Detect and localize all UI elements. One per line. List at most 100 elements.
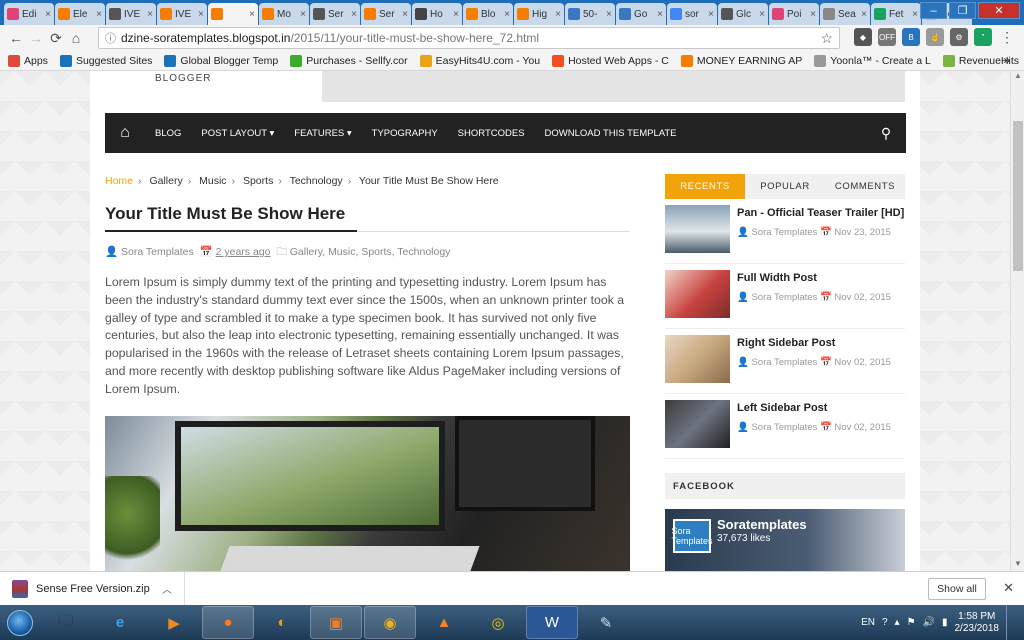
- reload-button[interactable]: ⟳: [46, 28, 66, 48]
- extension-gear-icon[interactable]: ⚙: [950, 28, 968, 46]
- ie-icon[interactable]: e: [94, 606, 146, 639]
- tab-close-icon[interactable]: ×: [810, 9, 816, 20]
- breadcrumb-technology[interactable]: Technology: [290, 175, 343, 187]
- tab-close-icon[interactable]: ×: [300, 9, 306, 20]
- browser-tab[interactable]: Glc ×: [718, 3, 768, 25]
- fb-page-logo[interactable]: Sora Templates: [672, 519, 713, 553]
- off-extension-icon[interactable]: OFF: [878, 28, 896, 46]
- vlc-icon[interactable]: ▲: [418, 606, 470, 639]
- bookmark-item[interactable]: EasyHits4U.com - You: [419, 54, 540, 67]
- page-scrollbar[interactable]: ▲ ▼: [1010, 71, 1024, 571]
- forward-button[interactable]: →: [26, 28, 46, 48]
- recent-post-item[interactable]: Full Width Post 👤 Sora Templates 📅 Nov 02…: [665, 264, 905, 329]
- recent-post-item[interactable]: Pan - Official Teaser Trailer [HD] 👤 Sora…: [665, 199, 905, 264]
- breadcrumb-sports[interactable]: Sports: [243, 175, 273, 187]
- menu-icon[interactable]: ⋮: [998, 28, 1016, 46]
- bookmark-item[interactable]: Global Blogger Temp: [164, 54, 278, 67]
- extension-b-icon[interactable]: B: [902, 28, 920, 46]
- start-button[interactable]: [0, 605, 40, 640]
- tab-close-icon[interactable]: ×: [45, 9, 51, 20]
- paint-icon[interactable]: ✎: [580, 606, 632, 639]
- address-bar[interactable]: ⓘ dzine-soratemplates.blogspot.in/2015/1…: [98, 27, 840, 49]
- post-tags[interactable]: Gallery, Music, Sports, Technology: [290, 246, 451, 258]
- breadcrumb-music[interactable]: Music: [199, 175, 226, 187]
- browser-tab[interactable]: Go ×: [616, 3, 666, 25]
- nav-item[interactable]: DOWNLOAD THIS TEMPLATE: [535, 128, 687, 139]
- post-date[interactable]: 2 years ago: [216, 246, 271, 258]
- tab-close-icon[interactable]: ×: [351, 9, 357, 20]
- browser-tab[interactable]: Mo ×: [259, 3, 309, 25]
- orange-app-icon[interactable]: ▣: [310, 606, 362, 639]
- recent-post-title[interactable]: Pan - Official Teaser Trailer [HD]: [737, 207, 904, 219]
- home-icon[interactable]: ⌂: [105, 113, 145, 153]
- media-player-icon[interactable]: ▶: [148, 606, 200, 639]
- breadcrumb-gallery[interactable]: Gallery: [149, 175, 182, 187]
- info-icon[interactable]: ⓘ: [105, 30, 116, 46]
- scroll-thumb[interactable]: [1013, 121, 1023, 271]
- facebook-widget[interactable]: Sora Templates Soratemplates 37,673 like…: [665, 509, 905, 571]
- tab-close-icon[interactable]: ×: [555, 9, 561, 20]
- browser-tab[interactable]: Blo ×: [463, 3, 513, 25]
- tab-close-icon[interactable]: ×: [147, 9, 153, 20]
- tab-close-icon[interactable]: ×: [96, 9, 102, 20]
- recent-post-title[interactable]: Left Sidebar Post: [737, 402, 827, 414]
- tab-close-icon[interactable]: ×: [504, 9, 510, 20]
- maximize-button[interactable]: ❐: [949, 2, 976, 19]
- chevron-up-icon[interactable]: ︿: [162, 581, 172, 596]
- firefox-icon[interactable]: ●: [202, 606, 254, 639]
- flag-icon[interactable]: ⚑: [907, 617, 916, 628]
- nav-item[interactable]: SHORTCODES: [448, 128, 535, 139]
- close-icon[interactable]: ✕: [1003, 580, 1014, 596]
- clock[interactable]: 1:58 PM 2/23/2018: [955, 611, 1000, 635]
- explorer-icon[interactable]: 🗀: [40, 606, 92, 639]
- back-button[interactable]: ←: [6, 28, 26, 48]
- browser-tab[interactable]: IVE ×: [106, 3, 156, 25]
- tab-close-icon[interactable]: ×: [606, 9, 612, 20]
- bookmark-item[interactable]: Apps: [8, 54, 48, 67]
- tab-close-icon[interactable]: ×: [708, 9, 714, 20]
- browser-tab[interactable]: IVE ×: [157, 3, 207, 25]
- tab-comments[interactable]: COMMENTS: [825, 174, 905, 199]
- browser-tab[interactable]: Hig ×: [514, 3, 564, 25]
- bookmarks-overflow-icon[interactable]: »: [1003, 53, 1010, 67]
- tab-popular[interactable]: POPULAR: [745, 174, 825, 199]
- recent-post-thumbnail[interactable]: [665, 270, 730, 318]
- help-icon[interactable]: ?: [882, 617, 888, 628]
- bookmark-item[interactable]: Purchases - Sellfy.cor: [290, 54, 408, 67]
- window-close-button[interactable]: ✕: [978, 2, 1020, 19]
- bookmark-item[interactable]: MONEY EARNING AP: [680, 54, 802, 67]
- word-icon[interactable]: W: [526, 606, 578, 639]
- language-indicator[interactable]: EN: [861, 617, 875, 628]
- tab-close-icon[interactable]: ×: [453, 9, 459, 20]
- tab-close-icon[interactable]: ×: [912, 9, 918, 20]
- nav-item[interactable]: BLOG: [145, 128, 191, 139]
- tab-close-icon[interactable]: ×: [198, 9, 204, 20]
- tab-close-icon[interactable]: ×: [657, 9, 663, 20]
- download-item[interactable]: Sense Free Version.zip ︿: [0, 571, 185, 606]
- browser-tab[interactable]: sor ×: [667, 3, 717, 25]
- show-all-button[interactable]: Show all: [928, 578, 986, 600]
- fb-page-name[interactable]: Soratemplates: [717, 517, 807, 532]
- breadcrumb-home[interactable]: Home: [105, 175, 133, 187]
- browser-tab[interactable]: Ho ×: [412, 3, 462, 25]
- tray-expand-icon[interactable]: ▴: [895, 617, 900, 628]
- tab-close-icon[interactable]: ×: [759, 9, 765, 20]
- tab-close-icon[interactable]: ×: [249, 9, 255, 20]
- browser-tab[interactable]: ×: [208, 3, 258, 25]
- minimize-button[interactable]: –: [920, 2, 947, 19]
- tab-recents[interactable]: RECENTS: [665, 174, 745, 199]
- site-logo[interactable]: BLOGGER: [90, 71, 320, 102]
- recent-post-item[interactable]: Right Sidebar Post 👤 Sora Templates 📅 Nov…: [665, 329, 905, 394]
- browser-tab[interactable]: Ele ×: [55, 3, 105, 25]
- volume-icon[interactable]: 🔊: [923, 617, 935, 628]
- bookmark-item[interactable]: Yoonla™ - Create a L: [814, 54, 931, 67]
- recent-post-thumbnail[interactable]: [665, 400, 730, 448]
- mouse-extension-icon[interactable]: ☝: [926, 28, 944, 46]
- uc-browser-icon[interactable]: ◐: [256, 606, 308, 639]
- tab-close-icon[interactable]: ×: [861, 9, 867, 20]
- recent-post-title[interactable]: Full Width Post: [737, 272, 817, 284]
- audio-app-icon[interactable]: ◎: [472, 606, 524, 639]
- browser-tab[interactable]: Edi ×: [4, 3, 54, 25]
- recent-post-item[interactable]: Left Sidebar Post 👤 Sora Templates 📅 Nov …: [665, 394, 905, 459]
- browser-tab[interactable]: Ser ×: [310, 3, 360, 25]
